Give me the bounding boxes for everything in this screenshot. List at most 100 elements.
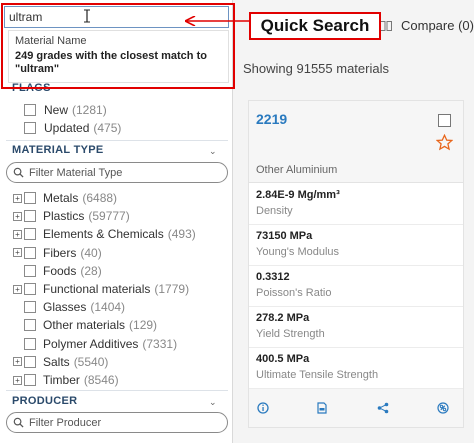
material-type-count: (6488) (82, 191, 118, 205)
property-row: 400.5 MPa Ultimate Tensile Strength (249, 348, 463, 389)
material-type-item[interactable]: + Plastics (59777) (13, 207, 130, 225)
callout-arrow (185, 16, 251, 26)
info-icon[interactable] (257, 402, 269, 414)
checkbox[interactable] (24, 228, 36, 241)
material-type-count: (40) (80, 245, 102, 260)
material-type-label: Salts (43, 354, 70, 369)
property-row: 2.84E-9 Mg/mm³ Density (249, 184, 463, 225)
card-header: 2219 Other Aluminium (249, 101, 463, 183)
material-type-item[interactable]: + Functional materials (1779) (13, 280, 189, 298)
material-type-label: Timber (43, 373, 80, 387)
flag-item-new[interactable]: New (1281) (24, 101, 107, 119)
chevron-down-icon[interactable]: ⌄ (209, 146, 217, 157)
quick-search-callout: Quick Search (249, 12, 381, 40)
expand-icon[interactable]: + (13, 357, 22, 367)
material-type-label: Fibers (43, 245, 77, 260)
property-row: 73150 MPa Young's Modulus (249, 225, 463, 266)
section-divider (6, 140, 228, 141)
material-type-item[interactable]: Foods (28) (13, 262, 102, 280)
expand-icon[interactable]: + (13, 284, 22, 294)
filter-producer-input[interactable]: Filter Producer (6, 412, 228, 433)
material-type-count: (28) (80, 263, 102, 278)
checkbox[interactable] (24, 355, 36, 368)
expand-icon[interactable]: + (13, 193, 22, 203)
material-type-section-header[interactable]: MATERIAL TYPE (12, 144, 104, 156)
flag-label: New (44, 103, 69, 117)
property-value: 2.84E-9 Mg/mm³ (256, 189, 340, 201)
search-icon (13, 417, 24, 428)
material-type-item[interactable]: + Metals (6488) (13, 189, 117, 207)
flag-count: (1281) (72, 103, 107, 117)
material-type-label: Metals (43, 191, 79, 205)
expand-icon[interactable]: + (13, 211, 22, 221)
material-type-label: Polymer Additives (43, 336, 139, 351)
checkbox[interactable] (24, 374, 36, 386)
checkbox[interactable] (24, 319, 36, 332)
property-label: Poisson's Ratio (256, 287, 332, 299)
material-type-count: (1779) (154, 282, 190, 296)
material-type-item[interactable]: Glasses (1404) (13, 298, 125, 316)
material-type-count: (5540) (73, 354, 109, 369)
property-row: 278.2 MPa Yield Strength (249, 307, 463, 348)
material-type-count: (493) (167, 227, 196, 242)
filter-placeholder: Filter Material Type (29, 166, 123, 179)
material-type-item[interactable]: Polymer Additives (7331) (13, 335, 177, 353)
material-type-label: Functional materials (43, 282, 151, 296)
material-type-count: (1404) (90, 300, 126, 315)
results-count: Showing 91555 materials (243, 61, 389, 76)
flag-count: (475) (93, 121, 122, 135)
material-type-count: (59777) (88, 209, 130, 224)
material-type-label: Plastics (43, 209, 85, 224)
flag-label: Updated (44, 121, 90, 135)
checkbox[interactable] (24, 337, 36, 350)
select-checkbox[interactable] (438, 114, 451, 127)
material-type-label: Elements & Chemicals (43, 227, 164, 242)
checkbox[interactable] (24, 192, 36, 204)
material-type-item[interactable]: Other materials (129) (13, 316, 157, 334)
property-label: Density (256, 205, 293, 217)
compare-button[interactable]: Compare (0) (401, 18, 474, 33)
property-label: Ultimate Tensile Strength (256, 369, 379, 381)
card-actions (249, 389, 463, 427)
material-type-label: Other materials (43, 318, 126, 333)
checkbox[interactable] (24, 210, 36, 223)
property-label: Young's Modulus (256, 246, 340, 258)
flag-item-updated[interactable]: Updated (475) (24, 119, 121, 137)
share-icon[interactable] (377, 402, 389, 414)
filter-material-type-input[interactable]: Filter Material Type (6, 162, 228, 183)
checkbox[interactable] (24, 301, 36, 314)
checkbox[interactable] (24, 264, 36, 277)
expand-icon[interactable]: + (13, 229, 22, 239)
material-type-item[interactable]: + Fibers (40) (13, 244, 102, 262)
material-type-label: Foods (43, 263, 77, 278)
property-value: 73150 MPa (256, 230, 313, 242)
property-value: 0.3312 (256, 271, 290, 283)
compare-icon[interactable] (380, 21, 392, 31)
expand-icon[interactable]: + (13, 248, 22, 258)
material-type-label: Glasses (43, 300, 87, 315)
star-icon[interactable] (436, 134, 453, 151)
search-icon (13, 167, 24, 178)
expand-icon[interactable]: + (13, 375, 22, 385)
material-name-link[interactable]: 2219 (256, 111, 287, 127)
material-category: Other Aluminium (256, 164, 338, 176)
checkbox[interactable] (24, 104, 36, 116)
filter-placeholder: Filter Producer (29, 416, 102, 429)
property-value: 278.2 MPa (256, 312, 310, 324)
material-type-count: (8546) (83, 373, 119, 387)
material-type-item[interactable]: + Salts (5540) (13, 353, 108, 371)
property-row: 0.3312 Poisson's Ratio (249, 266, 463, 307)
checkbox[interactable] (24, 122, 36, 134)
checkbox[interactable] (24, 246, 36, 259)
checkbox[interactable] (24, 283, 36, 295)
producer-section-header[interactable]: PRODUCER (12, 395, 77, 407)
material-card[interactable]: 2219 Other Aluminium 2.84E-9 Mg/mm³ Densi… (248, 100, 464, 428)
chevron-down-icon[interactable]: ⌄ (209, 397, 217, 408)
datasheet-icon[interactable] (316, 402, 328, 414)
material-type-count: (7331) (142, 336, 178, 351)
material-type-item[interactable]: + Elements & Chemicals (493) (13, 225, 196, 243)
material-type-count: (129) (129, 318, 158, 333)
link-icon[interactable] (437, 402, 449, 414)
material-type-item[interactable]: + Timber (8546) (13, 371, 119, 389)
property-value: 400.5 MPa (256, 353, 310, 365)
